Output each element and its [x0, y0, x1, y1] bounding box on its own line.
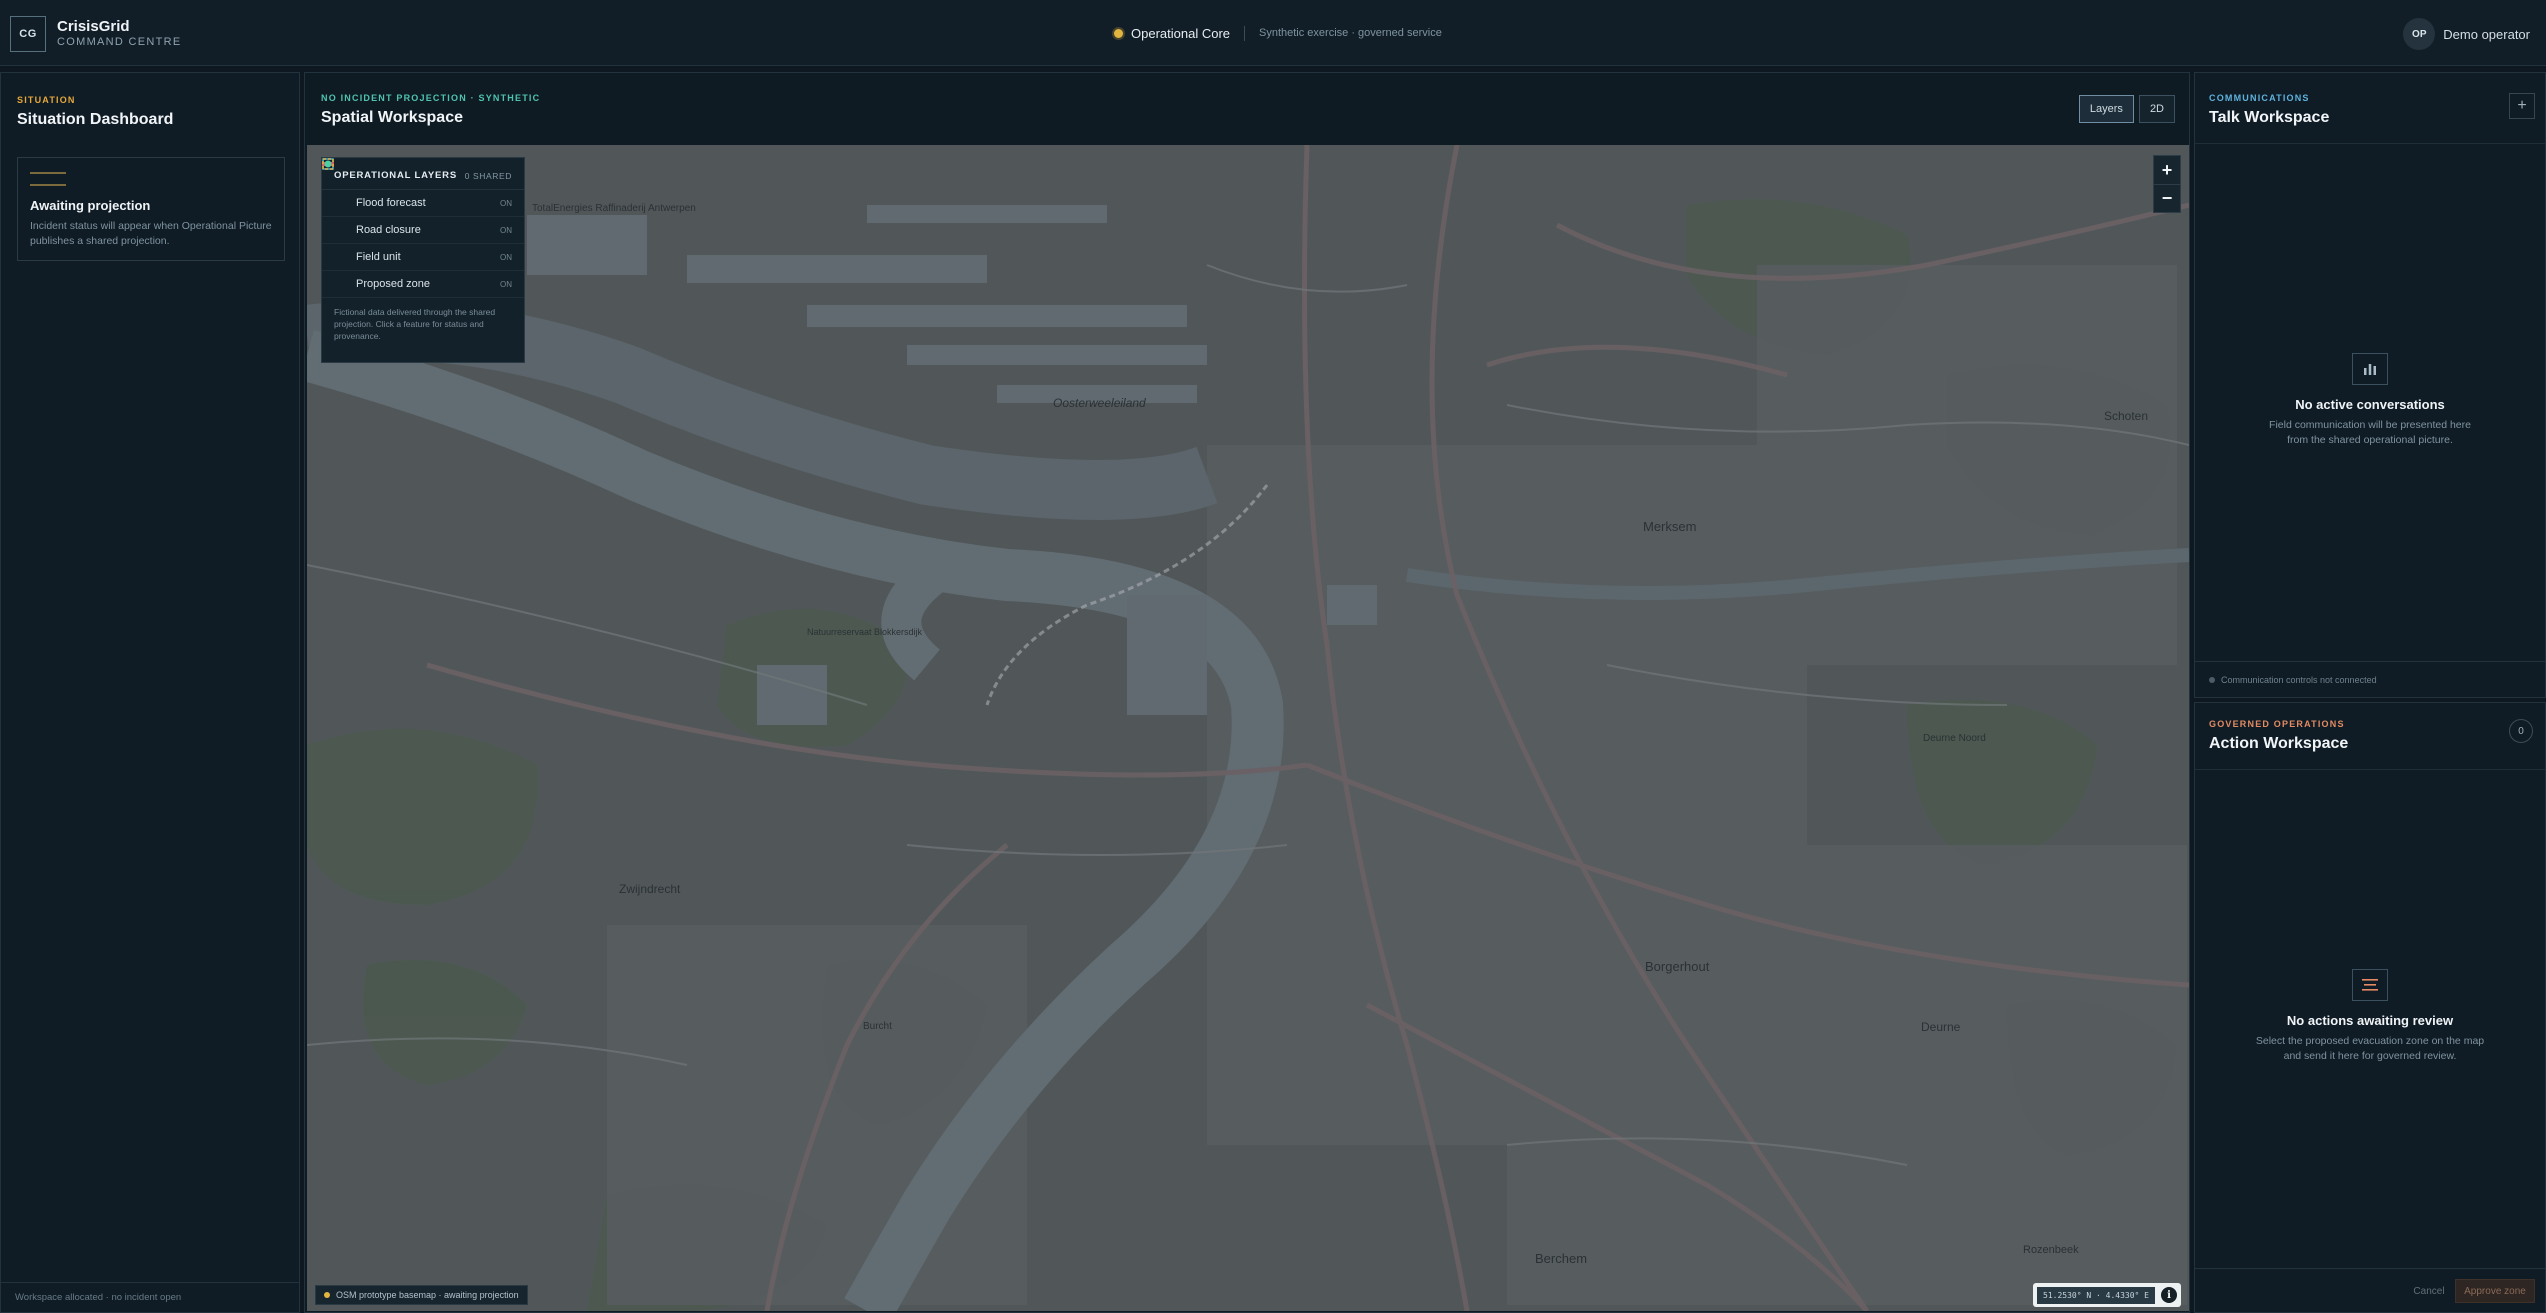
operational-layers-card: OPERATIONAL LAYERS 0 SHARED Flood foreca…: [321, 157, 525, 363]
empty-text: Field communication will be presented he…: [2269, 419, 2471, 446]
user-menu[interactable]: OP Demo operator: [2403, 18, 2530, 50]
communications-empty-state: No active conversations Field communicat…: [2195, 353, 2545, 448]
layer-row-field-unit[interactable]: Field unit ON: [322, 160, 524, 271]
basemap-dot-icon: [324, 1292, 330, 1298]
communications-eyebrow: COMMUNICATIONS: [2209, 93, 2310, 103]
layer-state[interactable]: ON: [500, 280, 512, 289]
card-text: Incident status will appear when Operati…: [30, 220, 272, 247]
service-status: Operational Core Synthetic exercise · go…: [1114, 24, 1442, 42]
basemap-label: OSM prototype basemap · awaiting project…: [336, 1290, 519, 1300]
approve-zone-button[interactable]: Approve zone: [2455, 1279, 2535, 1303]
layer-label: Road closure: [356, 224, 421, 236]
spatial-eyebrow: NO INCIDENT PROJECTION · SYNTHETIC: [321, 93, 541, 103]
basemap-status: OSM prototype basemap · awaiting project…: [315, 1285, 528, 1305]
layer-label: Field unit: [356, 251, 401, 263]
avatar[interactable]: OP: [2403, 18, 2436, 50]
top-bar: CG CrisisGrid COMMAND CENTRE Operational…: [0, 0, 2546, 66]
layer-state[interactable]: ON: [500, 226, 512, 235]
status-dot-icon: [1114, 28, 1123, 38]
situation-title: Situation Dashboard: [17, 111, 174, 128]
communications-panel: COMMUNICATIONS Talk Workspace + No activ…: [2194, 72, 2546, 698]
empty-text: Select the proposed evacuation zone on t…: [2255, 1035, 2485, 1062]
map-canvas[interactable]: TotalEnergies Raffinaderij Antwerpen Oos…: [307, 145, 2189, 1311]
situation-panel: SITUATION Situation Dashboard Awaiting p…: [0, 72, 300, 1313]
situation-eyebrow: SITUATION: [17, 95, 76, 105]
action-footer: Cancel Approve zone: [2195, 1268, 2545, 1312]
divider: [2195, 143, 2545, 144]
situation-header: SITUATION Situation Dashboard: [17, 95, 173, 129]
action-panel: GOVERNED OPERATIONS Action Workspace 0 N…: [2194, 702, 2546, 1313]
coordinate-readout: 51.2530° N · 4.4330° E i: [2033, 1283, 2181, 1307]
layers-header: OPERATIONAL LAYERS 0 SHARED: [322, 158, 524, 190]
action-title: Action Workspace: [2209, 735, 2349, 752]
divider: [2195, 769, 2545, 770]
list-lines-icon: [2352, 969, 2388, 1001]
layer-row-proposed-zone[interactable]: Proposed zone ON: [322, 158, 524, 298]
card-title: Awaiting projection: [30, 198, 151, 213]
view-toggle: Layers 2D: [2078, 95, 2175, 123]
app-logo: CG: [10, 16, 46, 52]
layer-row-road-closure[interactable]: Road closure ON: [322, 162, 524, 244]
empty-title: No active conversations: [2295, 397, 2445, 412]
zoom-control: + −: [2153, 155, 2181, 213]
2d-button[interactable]: 2D: [2138, 95, 2175, 123]
empty-title: No actions awaiting review: [2286, 1013, 2454, 1028]
spatial-title: Spatial Workspace: [321, 109, 463, 126]
actions-empty-state: No actions awaiting review Select the pr…: [2195, 969, 2545, 1064]
user-name[interactable]: Demo operator: [2443, 27, 2530, 42]
placeholder-line-icon: [30, 172, 66, 174]
cancel-button[interactable]: Cancel: [2409, 1279, 2449, 1303]
action-header: GOVERNED OPERATIONS Action Workspace: [2209, 719, 2348, 753]
field-unit-dot-icon: [324, 160, 346, 263]
bar-chart-icon: [2352, 353, 2388, 385]
layers-button[interactable]: Layers: [2078, 95, 2134, 123]
app-title: CrisisGrid: [57, 18, 130, 35]
layer-label: Flood forecast: [356, 197, 426, 209]
new-conversation-button[interactable]: +: [2509, 93, 2535, 119]
status-label: Operational Core: [1131, 25, 1230, 41]
awaiting-projection-card: Awaiting projection Incident status will…: [17, 157, 285, 261]
road-closure-icon: [322, 162, 346, 236]
spatial-panel: NO INCIDENT PROJECTION · SYNTHETIC Spati…: [304, 72, 2190, 1313]
spatial-header: NO INCIDENT PROJECTION · SYNTHETIC Spati…: [321, 93, 540, 127]
layer-row-flood-forecast[interactable]: Flood forecast ON: [322, 158, 524, 217]
communications-footer: Communication controls not connected: [2195, 661, 2545, 697]
status-note: Synthetic exercise · governed service: [1259, 27, 1442, 39]
app-subtitle: COMMAND CENTRE: [57, 36, 182, 48]
action-count-badge: 0: [2509, 719, 2533, 743]
layer-label: Proposed zone: [356, 278, 430, 290]
action-eyebrow: GOVERNED OPERATIONS: [2209, 719, 2345, 729]
placeholder-line-icon: [30, 184, 66, 186]
coordinate-text: 51.2530° N · 4.4330° E: [2037, 1286, 2155, 1304]
flood-square-icon: [322, 158, 346, 209]
info-icon[interactable]: i: [2161, 1287, 2177, 1303]
status-dot-icon: [2209, 676, 2215, 683]
communications-header: COMMUNICATIONS Talk Workspace: [2209, 93, 2329, 127]
communications-footer-text: Communication controls not connected: [2221, 674, 2377, 685]
communications-title: Talk Workspace: [2209, 109, 2330, 126]
layers-title: OPERATIONAL LAYERS: [334, 170, 457, 181]
zoom-out-button[interactable]: −: [2154, 184, 2180, 212]
layers-count: 0 SHARED: [464, 170, 512, 181]
status-divider: [1244, 25, 1245, 41]
layer-state[interactable]: ON: [500, 199, 512, 208]
situation-footer: Workspace allocated · no incident open: [1, 1282, 299, 1312]
zone-dashed-icon: [322, 158, 346, 290]
zoom-in-button[interactable]: +: [2154, 156, 2180, 184]
basemap: TotalEnergies Raffinaderij Antwerpen Oos…: [307, 145, 2189, 1311]
layer-state[interactable]: ON: [500, 253, 512, 262]
layers-note: Fictional data delivered through the sha…: [334, 307, 496, 341]
